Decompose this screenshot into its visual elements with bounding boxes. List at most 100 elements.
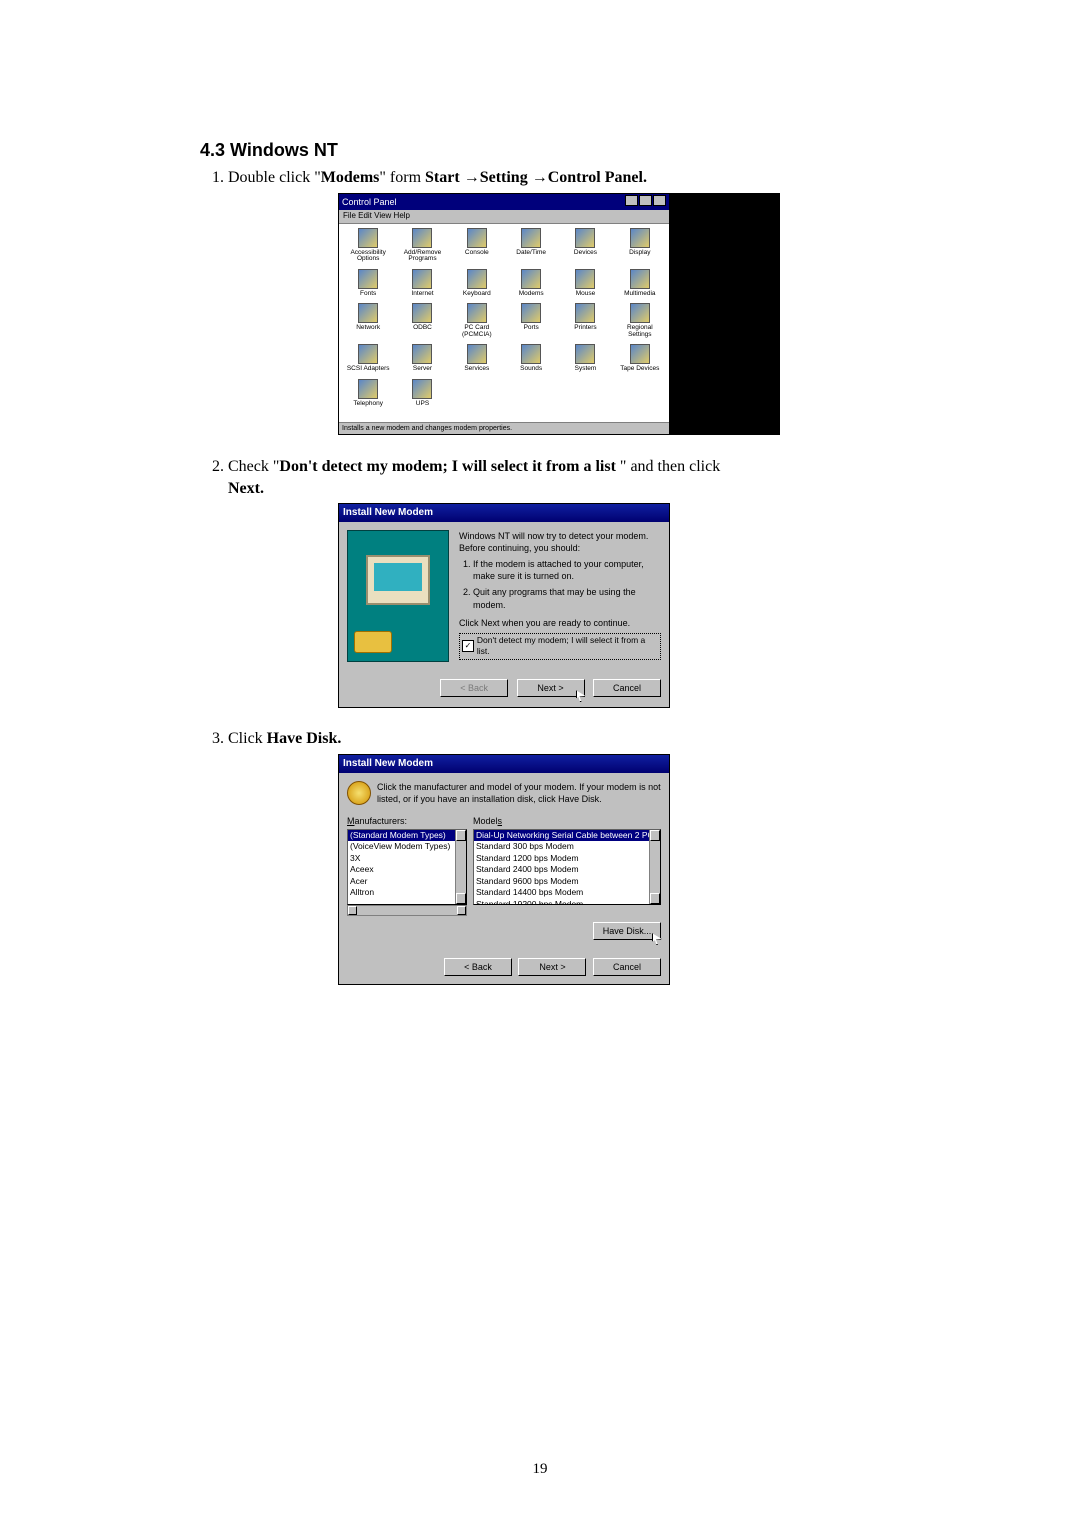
text: Click bbox=[228, 730, 267, 747]
bold: Start bbox=[425, 169, 460, 186]
applet-icon bbox=[630, 228, 650, 248]
dont-detect-checkbox-row[interactable]: ✓ Don't detect my modem; I will select i… bbox=[459, 633, 661, 660]
list-item[interactable]: Standard 19200 bps Modem bbox=[474, 899, 660, 905]
window-titlebar: Control Panel bbox=[339, 194, 669, 210]
menu-bar[interactable]: File Edit View Help bbox=[339, 210, 669, 224]
list-item[interactable]: Standard 2400 bps Modem bbox=[474, 864, 660, 875]
control-panel-item[interactable]: Internet bbox=[397, 269, 447, 298]
back-button: < Back bbox=[440, 679, 508, 697]
control-panel-item[interactable]: SCSI Adapters bbox=[343, 344, 393, 373]
bold: Control Panel. bbox=[548, 169, 647, 186]
checkbox-icon[interactable]: ✓ bbox=[462, 640, 474, 652]
list-item[interactable]: Aceex bbox=[348, 864, 466, 875]
bold: Have Disk. bbox=[267, 730, 342, 747]
applet-icon bbox=[412, 269, 432, 289]
control-panel-item[interactable]: System bbox=[560, 344, 610, 373]
control-panel-item[interactable]: Services bbox=[452, 344, 502, 373]
control-panel-item[interactable]: ODBC bbox=[397, 303, 447, 338]
figure-control-panel: Control Panel File Edit View Help Access… bbox=[338, 193, 880, 437]
applet-icon bbox=[630, 303, 650, 323]
wizard-text: Windows NT will now try to detect your m… bbox=[459, 530, 661, 662]
applet-icon bbox=[630, 344, 650, 364]
window-title: Control Panel bbox=[342, 196, 397, 208]
applet-icon bbox=[467, 303, 487, 323]
page-number: 19 bbox=[0, 1461, 1080, 1478]
control-panel-item[interactable]: Fonts bbox=[343, 269, 393, 298]
control-panel-item[interactable]: Console bbox=[452, 228, 502, 263]
applet-icon bbox=[358, 379, 378, 399]
list-item[interactable]: Dial-Up Networking Serial Cable between … bbox=[474, 830, 660, 841]
cancel-button[interactable]: Cancel bbox=[593, 679, 661, 697]
wizard-instruction: Click the manufacturer and model of your… bbox=[377, 781, 661, 805]
back-button[interactable]: < Back bbox=[444, 958, 512, 976]
control-panel-item[interactable]: Regional Settings bbox=[615, 303, 665, 338]
window-controls[interactable] bbox=[624, 195, 666, 209]
list-item[interactable]: Acer bbox=[348, 876, 466, 887]
status-bar: Installs a new modem and changes modem p… bbox=[339, 422, 669, 434]
section-heading: 4.3 Windows NT bbox=[200, 140, 880, 161]
cancel-button[interactable]: Cancel bbox=[593, 958, 661, 976]
next-button[interactable]: Next > bbox=[518, 958, 586, 976]
manufacturers-label: Manufacturers: bbox=[347, 815, 467, 827]
checkbox-label: Don't detect my modem; I will select it … bbox=[477, 635, 658, 658]
figure-wizard-b: Install New Modem Click the manufacturer… bbox=[338, 754, 880, 985]
control-panel-item[interactable]: Multimedia bbox=[615, 269, 665, 298]
control-panel-item[interactable]: Keyboard bbox=[452, 269, 502, 298]
wizard-intro: Windows NT will now try to detect your m… bbox=[459, 530, 661, 554]
scrollbar[interactable] bbox=[455, 830, 466, 904]
control-panel-item[interactable]: Modems bbox=[506, 269, 556, 298]
bold: Don't detect my modem; I will select it … bbox=[279, 458, 616, 475]
applet-icon bbox=[358, 303, 378, 323]
list-item[interactable]: (VoiceView Modem Types) bbox=[348, 841, 466, 852]
applet-icon bbox=[575, 228, 595, 248]
step-list: Double click "Modems" form Start →Settin… bbox=[200, 167, 880, 985]
control-panel-item[interactable]: Server bbox=[397, 344, 447, 373]
minimize-icon[interactable] bbox=[625, 195, 638, 206]
list-item[interactable]: Standard 300 bps Modem bbox=[474, 841, 660, 852]
control-panel-item[interactable]: Network bbox=[343, 303, 393, 338]
next-button[interactable]: Next > bbox=[517, 679, 585, 697]
applet-icon bbox=[358, 228, 378, 248]
wizard-ready: Click Next when you are ready to continu… bbox=[459, 617, 661, 629]
applet-icon bbox=[412, 303, 432, 323]
control-panel-item[interactable]: Add/Remove Programs bbox=[397, 228, 447, 263]
manufacturers-list[interactable]: (Standard Modem Types)(VoiceView Modem T… bbox=[347, 829, 467, 905]
have-disk-button[interactable]: Have Disk... bbox=[593, 922, 661, 940]
arrow: → bbox=[460, 169, 480, 186]
control-panel-item[interactable]: Devices bbox=[560, 228, 610, 263]
h-scrollbar[interactable] bbox=[347, 905, 467, 916]
control-panel-item[interactable]: Date/Time bbox=[506, 228, 556, 263]
wizard-illustration bbox=[347, 530, 449, 662]
control-panel-item[interactable]: Printers bbox=[560, 303, 610, 338]
control-panel-item[interactable]: Telephony bbox=[343, 379, 393, 408]
control-panel-item[interactable]: Sounds bbox=[506, 344, 556, 373]
models-list[interactable]: Dial-Up Networking Serial Cable between … bbox=[473, 829, 661, 905]
control-panel-item[interactable]: Mouse bbox=[560, 269, 610, 298]
control-panel-item[interactable]: UPS bbox=[397, 379, 447, 408]
control-panel-item[interactable]: Tape Devices bbox=[615, 344, 665, 373]
control-panel-item[interactable]: Ports bbox=[506, 303, 556, 338]
list-item[interactable]: Standard 1200 bps Modem bbox=[474, 853, 660, 864]
list-item[interactable]: (Standard Modem Types) bbox=[348, 830, 466, 841]
applet-icon bbox=[575, 303, 595, 323]
maximize-icon[interactable] bbox=[639, 195, 652, 206]
applet-icon bbox=[412, 344, 432, 364]
wizard-title: Install New Modem bbox=[339, 504, 669, 522]
text: Double click " bbox=[228, 169, 321, 186]
wizard-point-2: Quit any programs that may be using the … bbox=[473, 586, 661, 610]
control-panel-item[interactable]: PC Card (PCMCIA) bbox=[452, 303, 502, 338]
bold: Setting bbox=[480, 169, 528, 186]
applet-icon bbox=[412, 379, 432, 399]
control-panel-item[interactable]: Display bbox=[615, 228, 665, 263]
list-item[interactable]: Standard 9600 bps Modem bbox=[474, 876, 660, 887]
text: " and then click bbox=[616, 458, 720, 475]
wizard-point-1: If the modem is attached to your compute… bbox=[473, 558, 661, 582]
scrollbar[interactable] bbox=[649, 830, 660, 904]
list-item[interactable]: 3X bbox=[348, 853, 466, 864]
applet-icon bbox=[575, 269, 595, 289]
list-item[interactable]: Standard 14400 bps Modem bbox=[474, 887, 660, 898]
control-panel-item[interactable]: Accessibility Options bbox=[343, 228, 393, 263]
list-item[interactable]: Alltron bbox=[348, 887, 466, 898]
step-2: Check "Don't detect my modem; I will sel… bbox=[228, 456, 880, 708]
close-icon[interactable] bbox=[653, 195, 666, 206]
